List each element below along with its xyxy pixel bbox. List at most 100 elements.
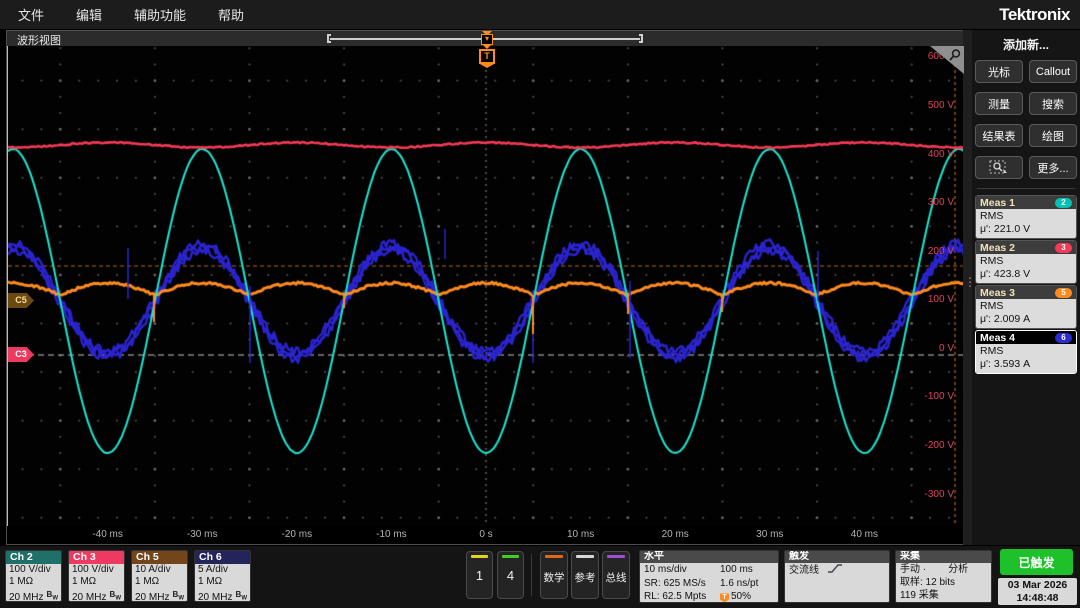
bottom-settings-bar: Ch 2 100 V/div 1 MΩ 20 MHzBW Ch 3 100 V/… [0, 546, 1080, 608]
source-channel-badge: 5 [1055, 288, 1072, 298]
measurement-value: μ': 221.0 V [980, 223, 1072, 236]
measurement-value: μ': 2.009 A [980, 313, 1072, 326]
channel-scale: 5 A/div [198, 564, 247, 576]
channel-bandwidth: 20 MHz [135, 592, 169, 602]
channel-badge-ch3[interactable]: Ch 3 100 V/div 1 MΩ 20 MHzBW [68, 550, 125, 602]
ref-label: 参考 [572, 570, 598, 585]
x-tick-label: 20 ms [662, 529, 689, 540]
acquisition-sample-bits: 取样: 12 bits [900, 576, 987, 589]
trigger-position-icon: T [720, 593, 729, 602]
y-tick-label: -100 V [894, 391, 954, 402]
channel-badge-ch5[interactable]: Ch 5 10 A/div 1 MΩ 20 MHz BW [131, 550, 188, 602]
channel-impedance: 1 MΩ [72, 576, 121, 588]
x-tick-label: 40 ms [851, 529, 878, 540]
source-channel-badge: 2 [1055, 198, 1072, 208]
horizontal-window: 100 ms [720, 563, 774, 577]
menu-edit[interactable]: 编辑 [76, 5, 102, 24]
x-tick-label: 30 ms [756, 529, 783, 540]
channel-name: Ch 6 [195, 551, 250, 564]
channel-bandwidth: 20 MHz [9, 592, 43, 602]
channel-impedance: 1 MΩ [135, 576, 184, 588]
right-sidebar: 添加新... 光标 Callout 测量 搜索 结果表 绘图 更多... Mea… [972, 30, 1080, 545]
x-tick-label: -20 ms [282, 529, 313, 540]
menu-help[interactable]: 帮助 [218, 5, 244, 24]
channel-bandwidth: 20 MHz [72, 592, 106, 602]
measurement-type: RMS [980, 255, 1072, 268]
acquisition-analyze: 分析 [948, 563, 968, 576]
measurement-title: Meas 4 [980, 332, 1015, 344]
channel-badge-ch2[interactable]: Ch 2 100 V/div 1 MΩ 20 MHzBW [5, 550, 62, 602]
trigger-position-percent: 50% [731, 591, 751, 602]
waveform-canvas[interactable] [8, 46, 964, 524]
channel-scale: 10 A/div [135, 564, 184, 576]
trigger-panel-title: 触发 [785, 551, 889, 563]
search-button[interactable]: 搜索 [1029, 92, 1077, 115]
measurement-value: μ': 3.593 A [980, 358, 1072, 371]
source-channel-badge: 6 [1055, 333, 1072, 343]
x-tick-label: -40 ms [92, 529, 123, 540]
trigger-panel[interactable]: 触发 交流线 [784, 550, 890, 603]
channel-impedance: 1 MΩ [9, 576, 58, 588]
channel-1-color-stripe [471, 555, 488, 558]
channel-name: Ch 5 [132, 551, 187, 564]
panel-splitter[interactable]: ⋮ [963, 30, 972, 545]
horizontal-scale: 10 ms/div [644, 563, 720, 577]
y-tick-label: -300 V [894, 489, 954, 500]
zoom-select-icon [989, 160, 1009, 175]
x-tick-label: -10 ms [376, 529, 407, 540]
magnifier-icon [948, 48, 962, 62]
channel-bandwidth: 20 MHz [198, 592, 232, 602]
bandwidth-limit-icon: BW [173, 589, 184, 602]
sample-rate: SR: 625 MS/s [644, 577, 720, 591]
tektronix-logo: Tektronix [999, 5, 1070, 25]
time-text: 14:48:48 [998, 592, 1077, 605]
channel-1-button[interactable]: 1 [466, 551, 493, 599]
measure-button[interactable]: 测量 [975, 92, 1023, 115]
x-axis-labels: -40 ms-30 ms-20 ms-10 ms0 s10 ms20 ms30 … [8, 526, 964, 544]
cursors-button[interactable]: 光标 [975, 60, 1023, 83]
channel-badge-ch6[interactable]: Ch 6 5 A/div 1 MΩ 20 MHzBW [194, 550, 251, 602]
measurement-badge-meas3[interactable]: Meas 3 5 RMS μ': 2.009 A [975, 285, 1077, 329]
overview-right-bracket [639, 34, 643, 43]
bandwidth-limit-icon: BW [236, 589, 247, 602]
plot-button[interactable]: 绘图 [1029, 124, 1077, 147]
waveform-view-window: 波形视图 C5 C3 600 V500 V400 V300 V200 V100 … [6, 30, 964, 545]
graticule-area[interactable]: C5 C3 600 V500 V400 V300 V200 V100 V0 V-… [7, 46, 965, 526]
measurement-title: Meas 3 [980, 287, 1015, 299]
trigger-source: 交流线 [789, 565, 819, 576]
acquisition-panel[interactable]: 采集 手动 ·分析 取样: 12 bits 119 采集 [895, 550, 992, 603]
horizontal-panel[interactable]: 水平 10 ms/div 100 ms SR: 625 MS/s 1.6 ns/… [639, 550, 779, 603]
record-length: RL: 62.5 Mpts [644, 590, 720, 603]
menu-file[interactable]: 文件 [18, 5, 44, 24]
app-root: 文件 编辑 辅助功能 帮助 Tektronix 波形视图 C5 C3 [0, 0, 1080, 608]
measurement-title: Meas 2 [980, 242, 1015, 254]
menu-utility[interactable]: 辅助功能 [134, 5, 186, 24]
measurement-badge-meas1[interactable]: Meas 1 2 RMS μ': 221.0 V [975, 195, 1077, 239]
measurement-type: RMS [980, 300, 1072, 313]
trigger-flag-point [480, 64, 494, 68]
channel-name: Ch 2 [6, 551, 61, 564]
y-tick-label: 200 V [894, 246, 954, 257]
measurement-badge-meas4[interactable]: Meas 4 6 RMS μ': 3.593 A [975, 330, 1077, 374]
horizontal-panel-title: 水平 [640, 551, 778, 563]
more-button[interactable]: 更多... [1029, 156, 1077, 179]
x-tick-label: -30 ms [187, 529, 218, 540]
measurement-badge-meas2[interactable]: Meas 2 3 RMS μ': 423.8 V [975, 240, 1077, 284]
bus-label: 总线 [603, 570, 629, 585]
ref-button[interactable]: 参考 [571, 551, 599, 599]
add-new-header: 添加新... [975, 36, 1077, 53]
zoom-select-button[interactable] [975, 156, 1023, 179]
trigger-indicator-flag[interactable]: T [479, 49, 495, 64]
measurement-title: Meas 1 [980, 197, 1015, 209]
bus-button[interactable]: 总线 [602, 551, 630, 599]
results-table-button[interactable]: 结果表 [975, 124, 1023, 147]
callout-button[interactable]: Callout [1029, 60, 1077, 83]
y-tick-label: 400 V [894, 149, 954, 160]
menu-bar: 文件 编辑 辅助功能 帮助 Tektronix [0, 0, 1080, 29]
channel-4-button[interactable]: 4 [497, 551, 524, 599]
sample-interval: 1.6 ns/pt [720, 577, 774, 591]
sidebar-divider [977, 188, 1075, 189]
channel-scale: 100 V/div [72, 564, 121, 576]
acquisition-panel-title: 采集 [896, 551, 991, 563]
math-button[interactable]: 数学 [540, 551, 568, 599]
